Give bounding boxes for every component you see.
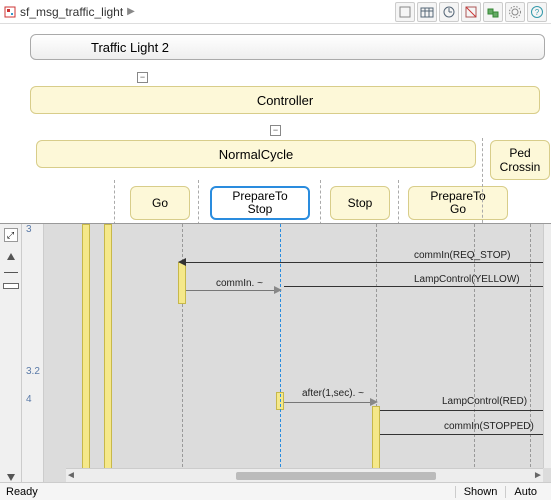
dashed-divider bbox=[198, 180, 199, 224]
state-prepare-to-go[interactable]: PrepareToGo bbox=[408, 186, 508, 220]
time-marker[interactable] bbox=[3, 283, 19, 289]
message-label: LampControl(RED) bbox=[442, 396, 527, 407]
toolbar-btn-4[interactable] bbox=[461, 2, 481, 22]
state-label: Controller bbox=[257, 93, 313, 108]
collapse-toggle-icon[interactable]: − bbox=[137, 72, 148, 83]
time-tick: 4 bbox=[26, 394, 32, 405]
state-prepare-to-stop[interactable]: PrepareToStop bbox=[210, 186, 310, 220]
state-label: PrepareToGo bbox=[430, 190, 485, 216]
sequence-area[interactable]: commIn(REQ_STOP) commIn. ~ LampControl(Y… bbox=[44, 224, 551, 482]
statechart-panel: Traffic Light 2 − Controller − NormalCyc… bbox=[0, 24, 551, 224]
toolbar-buttons: ? bbox=[395, 2, 547, 22]
collapse-toggle-icon[interactable]: − bbox=[270, 125, 281, 136]
toolbar-btn-help-icon[interactable]: ? bbox=[527, 2, 547, 22]
message-arrow bbox=[186, 290, 278, 291]
state-ped-crossing[interactable]: Ped Crossin bbox=[490, 140, 550, 180]
breadcrumb-toolbar: sf_msg_traffic_light ▶ ? bbox=[0, 0, 551, 24]
status-auto[interactable]: Auto bbox=[505, 486, 545, 498]
hscrollbar[interactable]: ◄ ► bbox=[66, 468, 543, 482]
arrow-head-icon bbox=[178, 258, 186, 266]
model-file-icon bbox=[4, 6, 16, 18]
message-arrow bbox=[380, 434, 546, 435]
state-controller[interactable]: Controller bbox=[30, 86, 540, 114]
message-label: after(1,sec). ~ bbox=[302, 388, 364, 399]
state-label: NormalCycle bbox=[219, 147, 293, 162]
activation-bar bbox=[104, 224, 112, 482]
triangle-up-icon[interactable] bbox=[6, 252, 16, 262]
toolbar-btn-1[interactable] bbox=[395, 2, 415, 22]
state-label: Ped Crossin bbox=[491, 146, 549, 174]
message-arrow bbox=[284, 402, 374, 403]
message-label: LampControl(YELLOW) bbox=[414, 274, 520, 285]
scroll-left-icon[interactable]: ◄ bbox=[66, 470, 76, 481]
activation-bar bbox=[178, 262, 186, 304]
divider bbox=[4, 272, 18, 273]
hscroll-thumb[interactable] bbox=[236, 472, 436, 480]
dashed-divider bbox=[114, 180, 115, 224]
state-normal-cycle[interactable]: NormalCycle bbox=[36, 140, 476, 168]
activation-bar bbox=[82, 224, 90, 482]
message-arrow bbox=[284, 286, 546, 287]
message-label: commIn(REQ_STOP) bbox=[414, 250, 511, 261]
message-arrow bbox=[380, 410, 546, 411]
state-label: PrepareToStop bbox=[232, 190, 287, 216]
zoom-fit-icon[interactable]: ⤢ bbox=[4, 228, 18, 242]
toolbar-btn-calendar-icon[interactable] bbox=[417, 2, 437, 22]
toolbar-btn-clock-icon[interactable] bbox=[439, 2, 459, 22]
time-tick: 3.2 bbox=[26, 366, 40, 377]
time-tick: 3 bbox=[26, 224, 32, 235]
vscroll-track[interactable] bbox=[543, 224, 551, 468]
time-axis: 3 3.2 4 bbox=[22, 224, 44, 482]
arrow-head-icon bbox=[274, 286, 282, 294]
status-bar: Ready Shown Auto bbox=[0, 482, 551, 500]
status-ready: Ready bbox=[6, 486, 38, 498]
toolbar-btn-5[interactable] bbox=[483, 2, 503, 22]
state-traffic-light-2[interactable]: Traffic Light 2 bbox=[30, 34, 545, 60]
breadcrumb-file[interactable]: sf_msg_traffic_light bbox=[20, 5, 123, 19]
message-label: commIn(STOPPED) bbox=[444, 421, 534, 432]
scroll-right-icon[interactable]: ► bbox=[533, 470, 543, 481]
state-label: Go bbox=[152, 196, 168, 210]
dashed-divider bbox=[398, 180, 399, 224]
state-label: Traffic Light 2 bbox=[91, 40, 169, 55]
toolbar-btn-gear-icon[interactable] bbox=[505, 2, 525, 22]
message-label: commIn. ~ bbox=[216, 278, 263, 289]
dashed-divider bbox=[320, 180, 321, 224]
svg-text:?: ? bbox=[535, 8, 540, 17]
sequence-left-gutter: ⤢ bbox=[0, 224, 22, 482]
status-shown[interactable]: Shown bbox=[455, 486, 506, 498]
message-arrow bbox=[186, 262, 546, 263]
dashed-divider bbox=[482, 138, 483, 224]
state-go[interactable]: Go bbox=[130, 186, 190, 220]
triangle-down-icon[interactable] bbox=[6, 472, 16, 482]
sequence-panel: ⤢ 3 3.2 4 commIn(REQ_STOP) bbox=[0, 224, 551, 482]
state-label: Stop bbox=[348, 196, 373, 210]
arrow-head-icon bbox=[370, 398, 378, 406]
breadcrumb-chevron-icon[interactable]: ▶ bbox=[127, 6, 135, 17]
state-stop[interactable]: Stop bbox=[330, 186, 390, 220]
